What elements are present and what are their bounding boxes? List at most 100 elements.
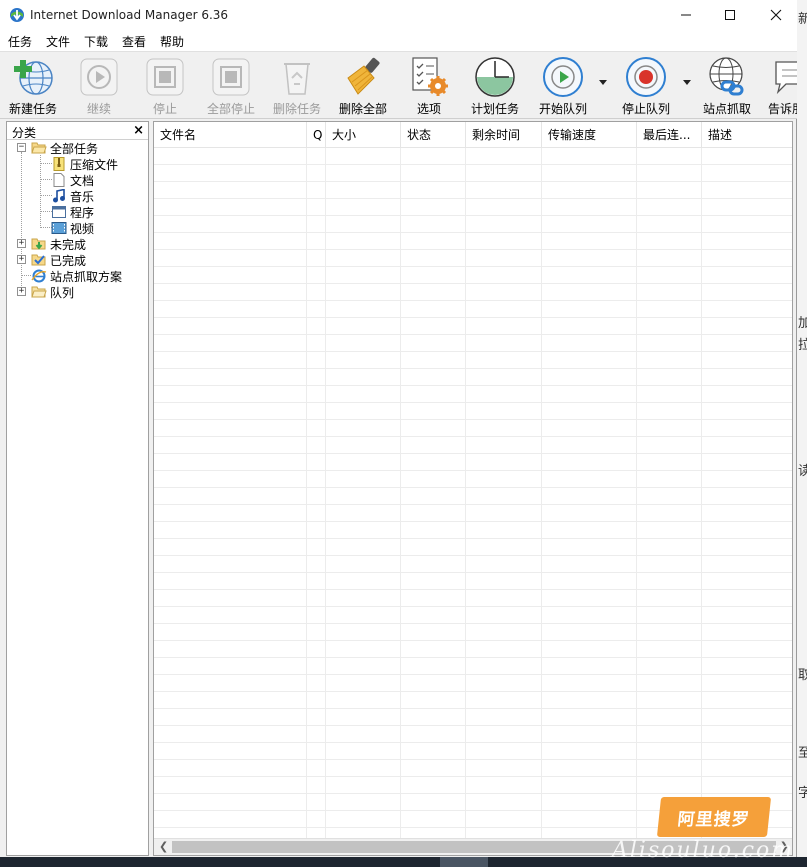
column-divider bbox=[325, 148, 326, 838]
tell-friend-icon bbox=[775, 61, 797, 95]
close-categories-icon[interactable]: × bbox=[133, 123, 144, 138]
menu-tasks[interactable]: 任务 bbox=[8, 33, 32, 50]
tree-item-unfinished[interactable]: 未完成 bbox=[31, 236, 86, 252]
toolbar-label: 删除任务 bbox=[272, 102, 321, 116]
minimize-icon bbox=[681, 14, 691, 16]
toolbar-label: 计划任务 bbox=[470, 102, 519, 116]
start-queue-button[interactable]: 开始队列 bbox=[533, 54, 593, 118]
add-download-icon bbox=[14, 60, 53, 95]
stop-queue-dropdown-icon[interactable] bbox=[683, 80, 691, 86]
toolbar-label: 开始队列 bbox=[538, 102, 587, 116]
tree-item-label: 队列 bbox=[50, 285, 75, 300]
column-header-status[interactable]: 状态 bbox=[401, 122, 466, 148]
toolbar-label: 全部停止 bbox=[206, 102, 255, 116]
tree-item-music[interactable]: 音乐 bbox=[51, 188, 94, 204]
watermark-text: 阿里搜罗 bbox=[676, 809, 751, 830]
column-header-transfer-rate[interactable]: 传输速度 bbox=[542, 122, 637, 148]
stop-queue-button[interactable]: 停止队列 bbox=[615, 54, 677, 118]
tree-item-queues[interactable]: 队列 bbox=[31, 284, 74, 300]
tree-item-label: 视频 bbox=[70, 221, 95, 236]
menu-downloads[interactable]: 下载 bbox=[84, 33, 108, 50]
unfinished-folder-icon bbox=[31, 238, 46, 250]
resume-button[interactable]: 继续 bbox=[70, 54, 128, 118]
column-header-last-try[interactable]: 最后连... bbox=[637, 122, 702, 148]
tree-item-label: 程序 bbox=[70, 205, 95, 220]
idm-logo-icon bbox=[10, 8, 24, 22]
site-grabber-icon bbox=[709, 57, 744, 96]
video-film-icon bbox=[51, 222, 67, 234]
watermark-logo: 阿里搜罗 bbox=[656, 797, 772, 837]
site-grabber-button[interactable]: 站点抓取 bbox=[697, 54, 757, 118]
close-button[interactable] bbox=[753, 0, 799, 30]
maximize-button[interactable] bbox=[707, 0, 753, 30]
menu-file[interactable]: 文件 bbox=[46, 33, 70, 50]
menu-view[interactable]: 查看 bbox=[122, 33, 146, 50]
start-queue-dropdown-icon[interactable] bbox=[599, 80, 607, 86]
options-button[interactable]: 选项 bbox=[400, 54, 458, 118]
delete-all-button[interactable]: 删除全部 bbox=[334, 54, 392, 118]
menu-bar: 任务 文件 下载 查看 帮助 bbox=[0, 30, 797, 52]
column-header-time-left[interactable]: 剩余时间 bbox=[466, 122, 542, 148]
scheduler-button[interactable]: 计划任务 bbox=[465, 54, 525, 118]
tree-item-label: 未完成 bbox=[50, 237, 87, 252]
tree-item-all-downloads[interactable]: 全部任务 bbox=[31, 140, 98, 156]
start-queue-icon bbox=[543, 57, 583, 97]
program-window-icon bbox=[52, 206, 66, 218]
queue-folder-icon bbox=[31, 286, 47, 298]
maximize-icon bbox=[725, 10, 735, 20]
tree-expand-toggle[interactable]: + bbox=[17, 255, 26, 264]
tree-item-compressed[interactable]: 压缩文件 bbox=[51, 156, 118, 172]
toolbar: 新建任务 继续 停止 全部停止 删除任务 删除全部 选项 计划任务 开始队列 停… bbox=[0, 52, 797, 119]
tree-expand-toggle[interactable]: + bbox=[17, 239, 26, 248]
background-text: 拉 bbox=[798, 338, 807, 353]
background-text: 读 bbox=[798, 464, 807, 479]
tree-expand-toggle[interactable]: + bbox=[17, 287, 26, 296]
idm-main-window: Internet Download Manager 6.36 任务 文件 下载 … bbox=[0, 0, 797, 857]
categories-header: 分类 × bbox=[7, 122, 148, 140]
tree-item-grabber-projects[interactable]: 站点抓取方案 bbox=[31, 268, 122, 284]
tree-line bbox=[21, 275, 31, 276]
watermark-url: Alisouluo.com bbox=[612, 838, 795, 863]
scroll-left-icon[interactable]: ❮ bbox=[159, 840, 168, 853]
close-icon bbox=[770, 9, 782, 21]
stop-all-button[interactable]: 全部停止 bbox=[202, 54, 260, 118]
minimize-button[interactable] bbox=[663, 0, 709, 30]
toolbar-label: 删除全部 bbox=[338, 102, 387, 116]
menu-help[interactable]: 帮助 bbox=[160, 33, 184, 50]
list-grid bbox=[154, 148, 792, 838]
document-icon bbox=[53, 173, 65, 187]
resume-icon bbox=[80, 58, 118, 96]
column-header-description[interactable]: 描述 bbox=[702, 122, 792, 148]
stop-button[interactable]: 停止 bbox=[136, 54, 194, 118]
background-text: 加 bbox=[798, 316, 807, 331]
window-title: Internet Download Manager 6.36 bbox=[30, 8, 229, 22]
ie-globe-icon bbox=[31, 269, 47, 283]
column-header-queue[interactable]: Q bbox=[307, 122, 326, 148]
column-header-filename[interactable]: 文件名 bbox=[154, 122, 307, 148]
tree-item-label: 全部任务 bbox=[50, 141, 99, 156]
tree-item-finished[interactable]: 已完成 bbox=[31, 252, 86, 268]
toolbar-label: 继续 bbox=[86, 102, 111, 116]
broom-icon bbox=[347, 57, 380, 95]
tell-friend-button[interactable]: 告诉朋 bbox=[762, 54, 797, 118]
delete-task-button[interactable]: 删除任务 bbox=[268, 54, 326, 118]
column-divider bbox=[541, 148, 542, 838]
add-download-button[interactable]: 新建任务 bbox=[2, 54, 64, 118]
column-divider bbox=[400, 148, 401, 838]
music-note-icon bbox=[53, 189, 65, 203]
tree-item-label: 文档 bbox=[70, 173, 95, 188]
tree-item-documents[interactable]: 文档 bbox=[51, 172, 94, 188]
column-header-size[interactable]: 大小 bbox=[326, 122, 401, 148]
column-divider bbox=[306, 148, 307, 838]
recycle-bin-icon bbox=[284, 63, 310, 95]
tree-item-programs[interactable]: 程序 bbox=[51, 204, 94, 220]
open-folder-icon bbox=[31, 142, 47, 154]
background-text: 取 bbox=[798, 668, 807, 683]
background-text: 至 bbox=[798, 746, 807, 761]
toolbar-label: 新建任务 bbox=[8, 102, 57, 116]
download-list[interactable]: 文件名 Q 大小 状态 剩余时间 传输速度 最后连... 描述 ❮ ❯ bbox=[153, 121, 793, 856]
tree-collapse-toggle[interactable]: − bbox=[17, 143, 26, 152]
tree-line bbox=[40, 155, 41, 228]
tree-item-video[interactable]: 视频 bbox=[51, 220, 94, 236]
toolbar-label: 站点抓取 bbox=[702, 102, 751, 116]
